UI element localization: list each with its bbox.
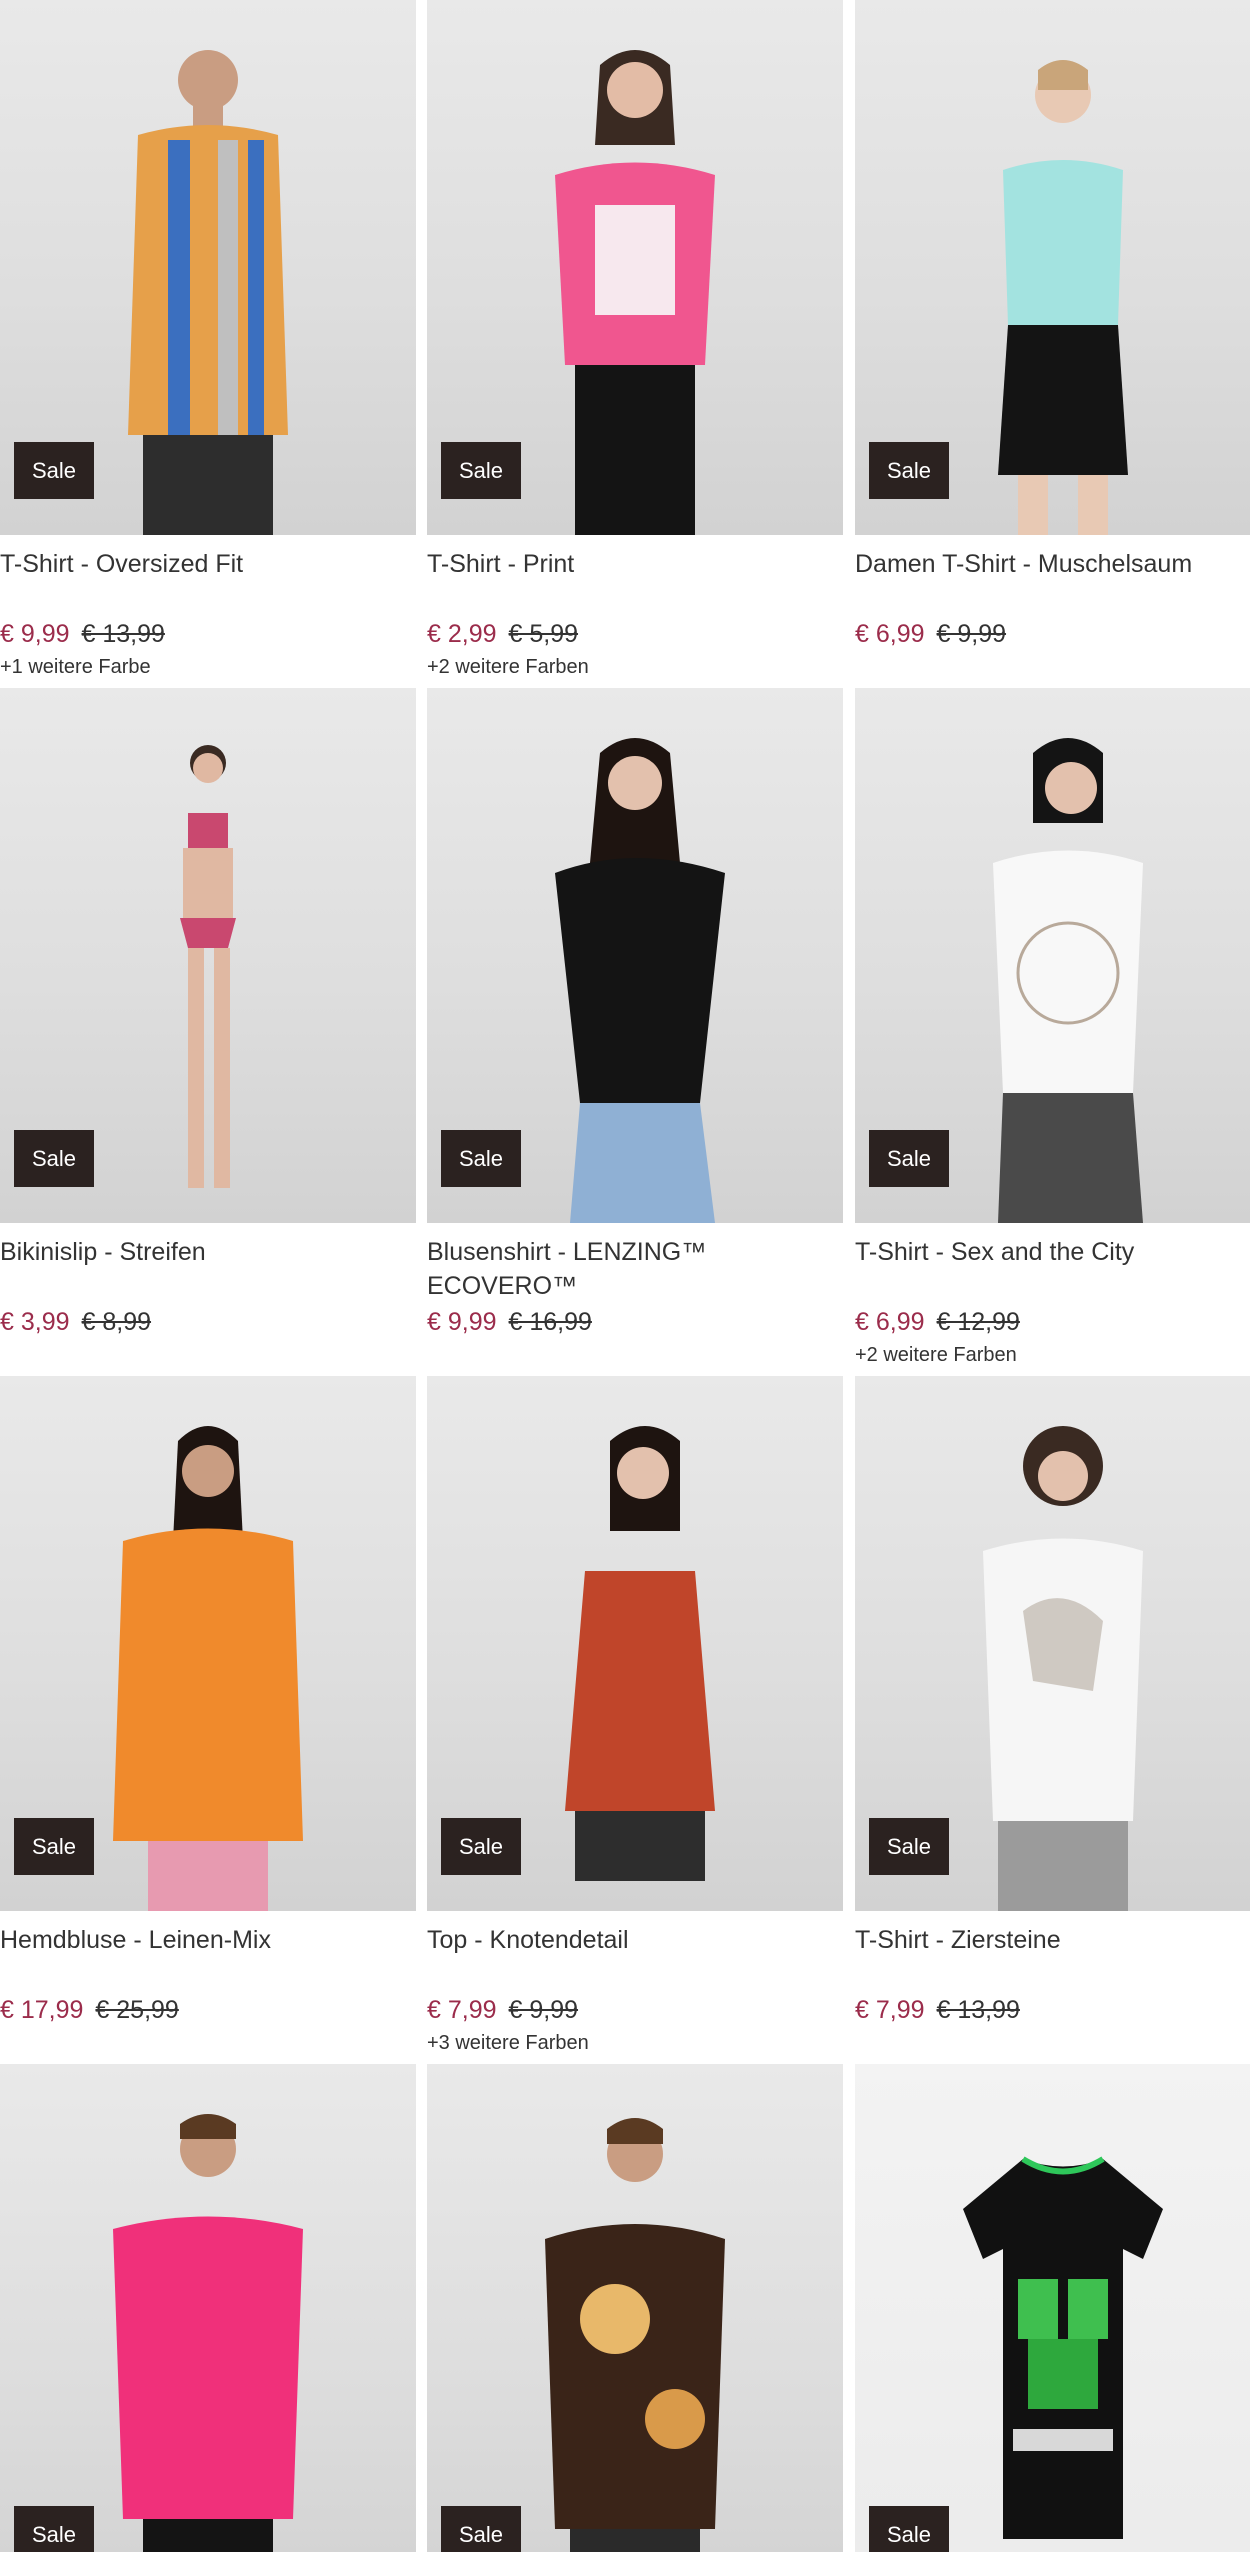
original-price: € 12,99	[936, 1308, 1020, 1336]
sale-badge: Sale	[441, 1130, 521, 1187]
price-row: € 2,99 € 5,99	[427, 617, 843, 651]
product-card[interactable]: Sale	[427, 2064, 843, 2552]
current-price: € 9,99	[0, 620, 70, 648]
current-price: € 6,99	[855, 620, 925, 648]
product-image[interactable]: Sale	[855, 688, 1250, 1223]
product-card[interactable]: Sale Blusenshirt - LENZING™ ECOVERO™ € 9…	[427, 688, 843, 1341]
product-card[interactable]: Sale T-Shirt - Print € 2,99 € 5,99 +2 wei…	[427, 0, 843, 681]
model-photo	[113, 1426, 303, 1911]
price-row: € 3,99 € 8,99	[0, 1305, 416, 1339]
product-card[interactable]: Sale T-Shirt - Sex and the City € 6,99 € …	[855, 688, 1250, 1369]
original-price: € 9,99	[508, 1996, 579, 2024]
original-price: € 13,99	[81, 620, 165, 648]
current-price: € 7,99	[855, 1996, 925, 2024]
price-row: € 6,99 € 9,99	[855, 617, 1250, 651]
model-photo	[180, 745, 236, 1188]
product-title[interactable]: T-Shirt - Sex and the City	[855, 1235, 1250, 1305]
original-price: € 5,99	[508, 620, 579, 648]
current-price: € 9,99	[427, 1308, 497, 1336]
product-image[interactable]: Sale	[427, 1376, 843, 1911]
product-image[interactable]: Sale	[0, 0, 416, 535]
sale-badge: Sale	[869, 442, 949, 499]
product-image[interactable]: Sale	[427, 2064, 843, 2552]
product-image[interactable]: Sale	[427, 0, 843, 535]
sale-badge: Sale	[869, 2506, 949, 2552]
product-image[interactable]: Sale	[427, 688, 843, 1223]
price-row: € 7,99 € 9,99	[427, 1993, 843, 2027]
product-image[interactable]: Sale	[855, 0, 1250, 535]
price-row: € 9,99 € 16,99	[427, 1305, 843, 1339]
more-colors-link[interactable]: +3 weitere Farben	[427, 2029, 843, 2057]
product-title[interactable]: T-Shirt - Print	[427, 547, 843, 617]
current-price: € 17,99	[0, 1996, 84, 2024]
current-price: € 3,99	[0, 1308, 70, 1336]
current-price: € 6,99	[855, 1308, 925, 1336]
sale-badge: Sale	[441, 442, 521, 499]
tshirt-photo	[963, 2156, 1163, 2539]
product-card[interactable]: Sale Damen T-Shirt - Muschelsaum € 6,99 €…	[855, 0, 1250, 653]
product-image[interactable]: Sale	[0, 2064, 416, 2552]
model-photo	[555, 738, 725, 1223]
product-title[interactable]: Bikinislip - Streifen	[0, 1235, 416, 1305]
current-price: € 7,99	[427, 1996, 497, 2024]
model-photo	[993, 738, 1143, 1223]
original-price: € 9,99	[936, 620, 1007, 648]
product-title[interactable]: Blusenshirt - LENZING™ ECOVERO™	[427, 1235, 843, 1305]
sale-badge: Sale	[441, 1818, 521, 1875]
sale-badge: Sale	[869, 1818, 949, 1875]
sale-badge: Sale	[14, 1130, 94, 1187]
product-grid: Sale T-Shirt - Oversized Fit € 9,99 € 13,…	[0, 0, 1250, 2552]
product-title[interactable]: Hemdbluse - Leinen-Mix	[0, 1923, 416, 1993]
sale-badge: Sale	[441, 2506, 521, 2552]
original-price: € 8,99	[81, 1308, 152, 1336]
more-colors-link[interactable]: +2 weitere Farben	[855, 1341, 1250, 1369]
model-photo	[545, 2118, 725, 2552]
product-title[interactable]: Damen T-Shirt - Muschelsaum	[855, 547, 1250, 617]
model-photo	[113, 2114, 303, 2552]
price-row: € 17,99 € 25,99	[0, 1993, 416, 2027]
product-card[interactable]: Sale	[0, 2064, 416, 2552]
product-image[interactable]: Sale	[0, 688, 416, 1223]
current-price: € 2,99	[427, 620, 497, 648]
product-card[interactable]: Sale	[855, 2064, 1250, 2552]
sale-badge: Sale	[14, 442, 94, 499]
model-photo	[128, 50, 288, 535]
product-card[interactable]: Sale Top - Knotendetail € 7,99 € 9,99 +3 …	[427, 1376, 843, 2057]
product-image[interactable]: Sale	[855, 2064, 1250, 2552]
model-photo	[565, 1426, 715, 1881]
original-price: € 25,99	[95, 1996, 179, 2024]
price-row: € 9,99 € 13,99	[0, 617, 416, 651]
sale-badge: Sale	[14, 1818, 94, 1875]
product-card[interactable]: Sale T-Shirt - Ziersteine € 7,99 € 13,99	[855, 1376, 1250, 2029]
more-colors-link[interactable]: +1 weitere Farbe	[0, 653, 416, 681]
more-colors-link[interactable]: +2 weitere Farben	[427, 653, 843, 681]
product-card[interactable]: Sale Hemdbluse - Leinen-Mix € 17,99 € 25,…	[0, 1376, 416, 2029]
model-photo	[998, 60, 1128, 535]
product-card[interactable]: Sale T-Shirt - Oversized Fit € 9,99 € 13,…	[0, 0, 416, 681]
model-photo	[555, 50, 715, 535]
model-photo	[983, 1426, 1143, 1911]
product-image[interactable]: Sale	[0, 1376, 416, 1911]
sale-badge: Sale	[869, 1130, 949, 1187]
sale-badge: Sale	[14, 2506, 94, 2552]
product-title[interactable]: T-Shirt - Ziersteine	[855, 1923, 1250, 1993]
original-price: € 13,99	[936, 1996, 1020, 2024]
product-card[interactable]: Sale Bikinislip - Streifen € 3,99 € 8,99	[0, 688, 416, 1341]
product-title[interactable]: Top - Knotendetail	[427, 1923, 843, 1993]
price-row: € 6,99 € 12,99	[855, 1305, 1250, 1339]
price-row: € 7,99 € 13,99	[855, 1993, 1250, 2027]
product-image[interactable]: Sale	[855, 1376, 1250, 1911]
original-price: € 16,99	[508, 1308, 592, 1336]
product-title[interactable]: T-Shirt - Oversized Fit	[0, 547, 416, 617]
